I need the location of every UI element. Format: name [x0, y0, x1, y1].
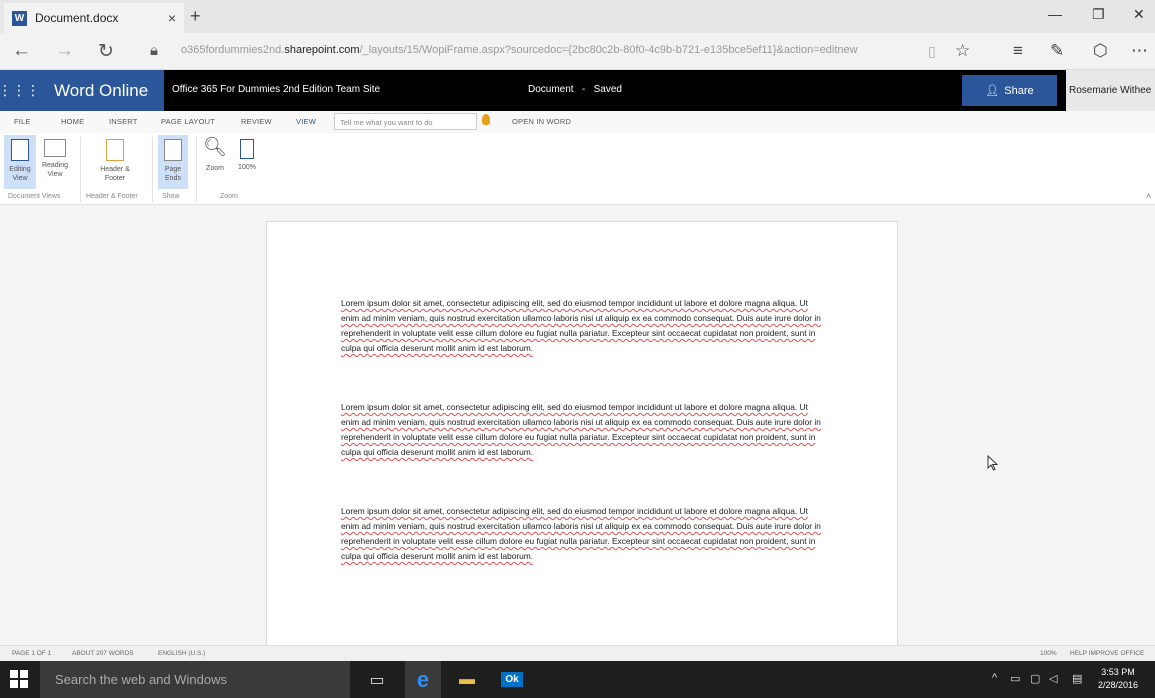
document-page[interactable]: Lorem ipsum dolor sit amet, consectetur …: [266, 221, 898, 651]
web-note-icon[interactable]: ✎: [1050, 41, 1064, 61]
document-title[interactable]: Document - Saved: [528, 84, 622, 95]
close-window-icon[interactable]: ✕: [1133, 6, 1145, 23]
lock-icon: 🔒︎: [150, 42, 158, 59]
page-ends-button[interactable]: Page Ends: [158, 135, 188, 189]
clock[interactable]: 3:53 PM 2/28/2016: [1098, 666, 1138, 692]
task-view-icon[interactable]: ▭: [359, 661, 395, 698]
taskbar-search[interactable]: Search the web and Windows: [40, 661, 350, 698]
word-icon: W: [12, 10, 27, 26]
group-show: Show: [162, 193, 180, 200]
page-ends-icon: [164, 139, 182, 161]
back-icon[interactable]: ←: [12, 40, 31, 62]
share-browser-icon[interactable]: ⬡: [1093, 41, 1108, 61]
zoom-level[interactable]: 100%: [1040, 650, 1057, 657]
page-count: PAGE 1 OF 1: [12, 650, 52, 657]
tab-page-layout[interactable]: PAGE LAYOUT: [161, 117, 215, 126]
header-footer-button[interactable]: Header & Footer: [90, 135, 140, 189]
editing-view-icon: [11, 139, 29, 161]
reading-view-ribbon-icon: [44, 139, 66, 157]
reading-view-icon[interactable]: ▯: [928, 43, 936, 60]
lightbulb-icon: [482, 114, 490, 125]
paragraph[interactable]: Lorem ipsum dolor sit amet, consectetur …: [341, 296, 821, 356]
network-icon[interactable]: ▢: [1030, 672, 1040, 685]
address-bar-row: ← → ↻ 🔒︎ o365fordummies2nd.sharepoint.co…: [0, 33, 1155, 70]
url-field[interactable]: o365fordummies2nd.sharepoint.com/_layout…: [181, 44, 921, 56]
doc-separator: -: [581, 84, 586, 95]
refresh-icon[interactable]: ↻: [98, 40, 114, 63]
hub-icon[interactable]: ≡: [1013, 41, 1023, 61]
volume-icon[interactable]: ◁: [1049, 672, 1057, 685]
tell-me-input[interactable]: Tell me what you want to do: [334, 113, 477, 130]
tab-insert[interactable]: INSERT: [109, 117, 138, 126]
restore-icon[interactable]: ❐: [1092, 6, 1105, 23]
ribbon-divider: [80, 137, 81, 202]
user-name[interactable]: Rosemarie Withee: [1066, 70, 1155, 111]
clock-time: 3:53 PM: [1101, 667, 1135, 677]
group-header-footer: Header & Footer: [86, 193, 138, 200]
new-tab-button[interactable]: +: [190, 6, 201, 27]
ribbon-divider: [152, 137, 153, 202]
minimize-icon[interactable]: —: [1048, 6, 1062, 22]
paragraph[interactable]: Lorem ipsum dolor sit amet, consectetur …: [341, 400, 821, 460]
windows-start-icon[interactable]: [10, 670, 28, 688]
open-in-word-button[interactable]: OPEN IN WORD: [512, 117, 571, 126]
status-bar: PAGE 1 OF 1 ABOUT 207 WORDS ENGLISH (U.S…: [0, 645, 1155, 661]
browser-tab[interactable]: W Document.docx ×: [4, 3, 184, 33]
ribbon: Editing View Reading View Header & Foote…: [0, 133, 1155, 205]
zoom-100-button[interactable]: 100%: [232, 135, 262, 189]
zoom-100-icon: [240, 139, 254, 159]
magnifier-icon: 🔍︎: [202, 137, 228, 158]
browser-tab-bar: W Document.docx × + — ❐ ✕: [0, 0, 1155, 33]
windows-taskbar: Search the web and Windows ▭ e ▬ Ok ^ ▭ …: [0, 661, 1155, 698]
clock-date: 2/28/2016: [1098, 680, 1139, 690]
save-status: Saved: [593, 84, 622, 95]
zoom-button[interactable]: 🔍︎ Zoom: [200, 135, 230, 189]
header-footer-icon: [106, 139, 124, 161]
tab-home[interactable]: HOME: [61, 117, 84, 126]
office-header: ⋮⋮⋮ Word Online Office 365 For Dummies 2…: [0, 70, 1155, 111]
word-count: ABOUT 207 WORDS: [72, 650, 134, 657]
people-icon: 👤︎: [985, 85, 1000, 97]
ribbon-tabs: FILE HOME INSERT PAGE LAYOUT REVIEW VIEW…: [0, 111, 1155, 133]
battery-icon[interactable]: ▭: [1010, 672, 1020, 685]
group-document-views: Document Views: [8, 193, 61, 200]
app-name[interactable]: Word Online: [38, 70, 164, 111]
action-center-icon[interactable]: ▤: [1072, 672, 1082, 685]
more-icon[interactable]: ⋯: [1131, 41, 1148, 61]
edge-icon[interactable]: e: [405, 661, 441, 698]
forward-icon[interactable]: →: [55, 40, 74, 62]
file-explorer-icon[interactable]: ▬: [449, 661, 485, 698]
share-button[interactable]: 👤︎ Share: [962, 75, 1057, 106]
favorite-star-icon[interactable]: ☆: [955, 41, 970, 61]
help-improve-link[interactable]: HELP IMPROVE OFFICE: [1070, 650, 1144, 657]
show-hidden-icons-icon[interactable]: ^: [992, 672, 997, 684]
tab-title: Document.docx: [35, 11, 119, 25]
language[interactable]: ENGLISH (U.S.): [158, 650, 205, 657]
tab-file[interactable]: FILE: [14, 117, 31, 126]
editing-view-button[interactable]: Editing View: [4, 135, 36, 189]
app-launcher-icon[interactable]: ⋮⋮⋮: [0, 70, 40, 111]
mouse-pointer-icon: [987, 455, 999, 471]
collapse-ribbon-icon[interactable]: ˄: [1146, 191, 1151, 201]
group-zoom: Zoom: [220, 193, 238, 200]
paragraph[interactable]: Lorem ipsum dolor sit amet, consectetur …: [341, 504, 821, 564]
reading-view-button[interactable]: Reading View: [38, 135, 72, 189]
tab-review[interactable]: REVIEW: [241, 117, 272, 126]
doc-name: Document: [528, 84, 574, 95]
close-tab-icon[interactable]: ×: [168, 10, 176, 26]
outlook-icon[interactable]: Ok: [494, 661, 530, 698]
document-workspace: Lorem ipsum dolor sit amet, consectetur …: [0, 205, 1155, 651]
ribbon-divider: [196, 137, 197, 202]
tab-view[interactable]: VIEW: [296, 117, 316, 126]
site-name-link[interactable]: Office 365 For Dummies 2nd Edition Team …: [172, 84, 380, 95]
